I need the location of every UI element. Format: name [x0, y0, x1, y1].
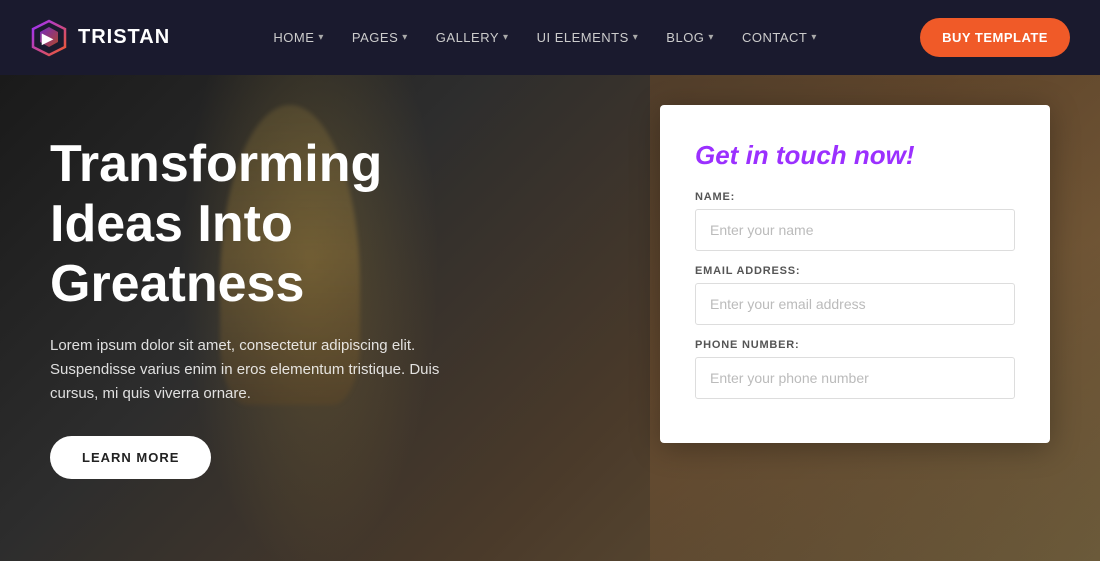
logo[interactable]: ▶ TRISTAN [30, 19, 170, 57]
email-field-group: EMAIL ADDRESS: [695, 265, 1015, 339]
logo-text: TRISTAN [78, 26, 170, 49]
buy-template-button[interactable]: BUY TEMPLATE [920, 18, 1070, 57]
nav-pages[interactable]: PAGES ▾ [340, 22, 420, 53]
svg-text:▶: ▶ [41, 30, 54, 46]
hero-description: Lorem ipsum dolor sit amet, consectetur … [50, 334, 490, 406]
hero-section: Transforming Ideas Into Greatness Lorem … [0, 75, 1100, 561]
chevron-down-icon: ▾ [503, 32, 509, 43]
nav-blog[interactable]: BLOG ▾ [654, 22, 726, 53]
chevron-down-icon: ▾ [402, 32, 408, 43]
nav-home[interactable]: HOME ▾ [261, 22, 336, 53]
name-input[interactable] [695, 209, 1015, 251]
phone-input[interactable] [695, 357, 1015, 399]
hero-title: Transforming Ideas Into Greatness [50, 135, 490, 314]
nav-ui-elements[interactable]: UI ELEMENTS ▾ [525, 22, 651, 53]
contact-form-title: Get in touch now! [695, 140, 1015, 171]
contact-card: Get in touch now! NAME: EMAIL ADDRESS: P… [660, 105, 1050, 443]
learn-more-button[interactable]: LEARN MORE [50, 436, 211, 479]
phone-field-group: PHONE NUMBER: [695, 339, 1015, 413]
email-input[interactable] [695, 283, 1015, 325]
navbar: ▶ TRISTAN HOME ▾ PAGES ▾ GALLERY ▾ UI EL… [0, 0, 1100, 75]
nav-gallery[interactable]: GALLERY ▾ [424, 22, 521, 53]
nav-links: HOME ▾ PAGES ▾ GALLERY ▾ UI ELEMENTS ▾ B… [261, 22, 828, 53]
chevron-down-icon: ▾ [633, 32, 639, 43]
name-field-group: NAME: [695, 191, 1015, 265]
hero-content: Transforming Ideas Into Greatness Lorem … [0, 75, 530, 479]
phone-label: PHONE NUMBER: [695, 339, 1015, 351]
chevron-down-icon: ▾ [811, 32, 817, 43]
name-label: NAME: [695, 191, 1015, 203]
nav-contact[interactable]: CONTACT ▾ [730, 22, 829, 53]
chevron-down-icon: ▾ [708, 32, 714, 43]
logo-icon: ▶ [30, 19, 68, 57]
email-label: EMAIL ADDRESS: [695, 265, 1015, 277]
chevron-down-icon: ▾ [318, 32, 324, 43]
